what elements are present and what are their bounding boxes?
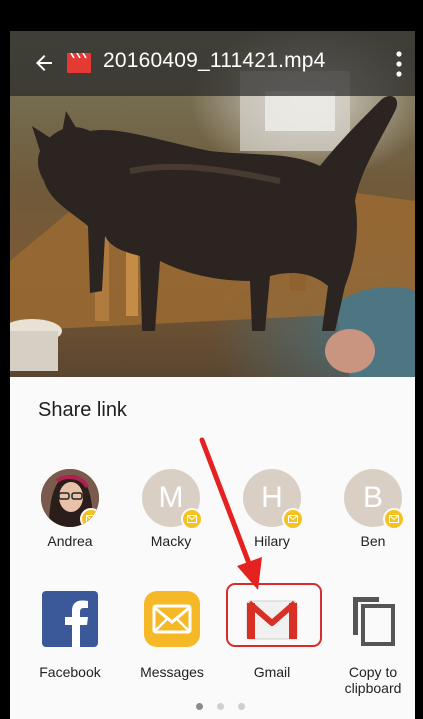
- app-label-line1: Copy to: [348, 664, 398, 680]
- share-messages[interactable]: Messages: [126, 591, 218, 680]
- contact-andrea[interactable]: Andrea: [25, 469, 115, 549]
- file-title: 20160409_111421.mp4: [103, 49, 326, 72]
- page-dot-active: [196, 703, 203, 710]
- contact-name: Andrea: [47, 533, 93, 549]
- app-label: Facebook: [39, 664, 101, 680]
- contact-name: Macky: [150, 533, 192, 549]
- message-badge: [383, 508, 405, 530]
- share-copy-clipboard[interactable]: Copy to clipboard: [327, 591, 419, 696]
- avatar: [41, 469, 99, 527]
- contact-name: Hilary: [254, 533, 290, 549]
- contact-ben[interactable]: B Ben: [328, 469, 418, 549]
- avatar-initial: B: [362, 481, 383, 514]
- page-dot: [217, 703, 224, 710]
- status-bar: [0, 0, 423, 31]
- screen-edge-left: [0, 31, 10, 719]
- gmail-highlight-annotation: [226, 583, 322, 647]
- avatar-initial: H: [261, 481, 283, 514]
- avatar-initial: M: [158, 481, 184, 514]
- contact-hilary[interactable]: H Hilary: [227, 469, 317, 549]
- more-vert-icon[interactable]: [394, 50, 404, 78]
- app-label-line2: clipboard: [344, 680, 402, 696]
- app-label: Messages: [140, 664, 204, 680]
- message-badge: [181, 508, 203, 530]
- share-sheet-title: Share link: [38, 399, 127, 421]
- facebook-icon: [42, 591, 98, 647]
- envelope-icon: [288, 515, 298, 523]
- app-bar: 20160409_111421.mp4: [10, 31, 415, 96]
- page-indicator: [196, 703, 256, 711]
- avatar: B: [344, 469, 405, 530]
- app-label: Gmail: [253, 664, 291, 680]
- contact-macky[interactable]: M Macky: [126, 469, 216, 549]
- messages-envelope-icon: [144, 591, 200, 647]
- share-sheet: Share link Andrea M Macky H Hilary B Ben…: [10, 377, 415, 719]
- envelope-icon: [389, 515, 399, 523]
- message-badge: [282, 508, 304, 530]
- video-clapper-icon: [67, 53, 91, 73]
- page-dot: [238, 703, 245, 710]
- arrow-left-icon[interactable]: [32, 51, 56, 75]
- app-label: Copy to clipboard: [327, 664, 419, 696]
- avatar: M: [142, 469, 203, 530]
- video-preview[interactable]: 20160409_111421.mp4: [10, 31, 415, 377]
- message-badge: [80, 508, 99, 527]
- share-facebook[interactable]: Facebook: [24, 591, 116, 680]
- avatar: H: [243, 469, 304, 530]
- envelope-icon: [187, 515, 197, 523]
- envelope-icon: [86, 515, 96, 523]
- contact-name: Ben: [360, 533, 386, 549]
- copy-icon: [353, 597, 395, 646]
